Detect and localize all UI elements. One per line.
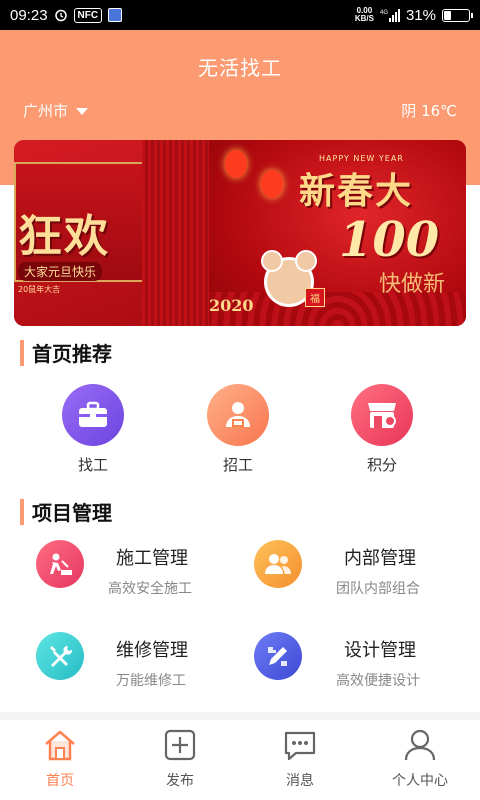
- app-title: 无活找工: [198, 56, 282, 80]
- banner-right-title: 新春大: [299, 170, 414, 212]
- lantern-icon: [225, 150, 247, 178]
- project-internal[interactable]: 内部管理 团队内部组合: [254, 540, 480, 624]
- team-icon: [254, 540, 302, 588]
- alarm-icon: [54, 8, 68, 22]
- battery-percent: 31%: [405, 6, 436, 24]
- sim-icon: [108, 8, 123, 22]
- caret-down-icon: [76, 108, 89, 115]
- recommend-label: 积分: [366, 456, 397, 474]
- project-construction[interactable]: 施工管理 高效安全施工: [36, 540, 276, 624]
- project-subtitle: 高效安全施工: [108, 581, 192, 597]
- recommend-label: 招工: [222, 456, 253, 474]
- svg-text:4G: 4G: [380, 10, 388, 16]
- net-speed: 0.00 KB/S: [354, 6, 374, 23]
- battery-icon: [442, 8, 473, 22]
- recommend-section-title: 首页推荐: [20, 338, 112, 367]
- recommend-hire[interactable]: 招工: [193, 384, 283, 475]
- weather-info: 阴 16℃: [401, 102, 457, 120]
- lantern-icon: [261, 170, 283, 198]
- nav-label: 发布: [166, 773, 194, 789]
- projects-section-title: 项目管理: [20, 497, 112, 526]
- banner-right-caption: 快做新: [379, 272, 446, 297]
- nav-label: 消息: [286, 773, 314, 789]
- status-bar: 09:23 NFC 0.00 KB/S 4G 31%: [0, 0, 480, 30]
- home-icon: [45, 730, 75, 761]
- project-title: 设计管理: [344, 640, 416, 661]
- worker-icon: [207, 384, 269, 446]
- recommend-points[interactable]: 积分: [337, 384, 427, 475]
- project-repair[interactable]: 维修管理 万能维修工: [36, 632, 276, 716]
- banner-right-number: 100: [339, 212, 440, 268]
- recommend-find-work[interactable]: 找工: [48, 384, 138, 475]
- city-selector[interactable]: 广州市: [23, 100, 89, 121]
- nav-label: 首页: [46, 773, 74, 789]
- add-icon: [164, 729, 196, 761]
- briefcase-icon: [62, 384, 124, 446]
- project-design[interactable]: 设计管理 高效便捷设计: [254, 632, 480, 716]
- banner-year: 2020: [209, 296, 254, 315]
- city-label: 广州市: [23, 102, 69, 120]
- tools-icon: [36, 632, 84, 680]
- message-icon: [284, 731, 316, 761]
- banner-left-title: 狂欢: [18, 211, 110, 262]
- banner-left-subtitle: 大家元旦快乐: [18, 262, 103, 281]
- project-title: 维修管理: [116, 640, 188, 661]
- status-time: 09:23: [10, 6, 48, 24]
- recommend-label: 找工: [77, 456, 108, 474]
- project-subtitle: 团队内部组合: [336, 581, 420, 597]
- promo-banner[interactable]: 狂欢 大家元旦快乐 20鼠年大吉 HAPPY NEW YEAR 新春大 100 …: [14, 140, 466, 326]
- banner-right-panel: HAPPY NEW YEAR 新春大 100 快做新 福 2020: [209, 140, 466, 326]
- banner-left-caption: 20鼠年大吉: [18, 285, 61, 294]
- fu-badge: 福: [305, 288, 325, 307]
- nav-home[interactable]: 首页: [0, 720, 120, 800]
- section-accent-bar: [20, 498, 24, 525]
- section-accent-bar: [20, 339, 24, 366]
- nfc-icon: NFC: [73, 7, 103, 23]
- shop-icon: [351, 384, 413, 446]
- nav-label: 个人中心: [392, 773, 448, 789]
- section-divider: [0, 712, 480, 720]
- nav-messages[interactable]: 消息: [240, 720, 360, 800]
- project-subtitle: 万能维修工: [116, 673, 186, 689]
- user-icon: [404, 729, 436, 761]
- signal-icon: 4G: [380, 8, 400, 22]
- project-title: 内部管理: [344, 548, 416, 569]
- nav-profile[interactable]: 个人中心: [360, 720, 480, 800]
- project-title: 施工管理: [116, 548, 188, 569]
- construction-icon: [36, 540, 84, 588]
- design-icon: [254, 632, 302, 680]
- bottom-nav: 首页 发布 消息 个人中心: [0, 720, 480, 800]
- nav-publish[interactable]: 发布: [120, 720, 240, 800]
- banner-left-panel: 狂欢 大家元旦快乐 20鼠年大吉: [14, 140, 209, 326]
- project-subtitle: 高效便捷设计: [336, 673, 420, 689]
